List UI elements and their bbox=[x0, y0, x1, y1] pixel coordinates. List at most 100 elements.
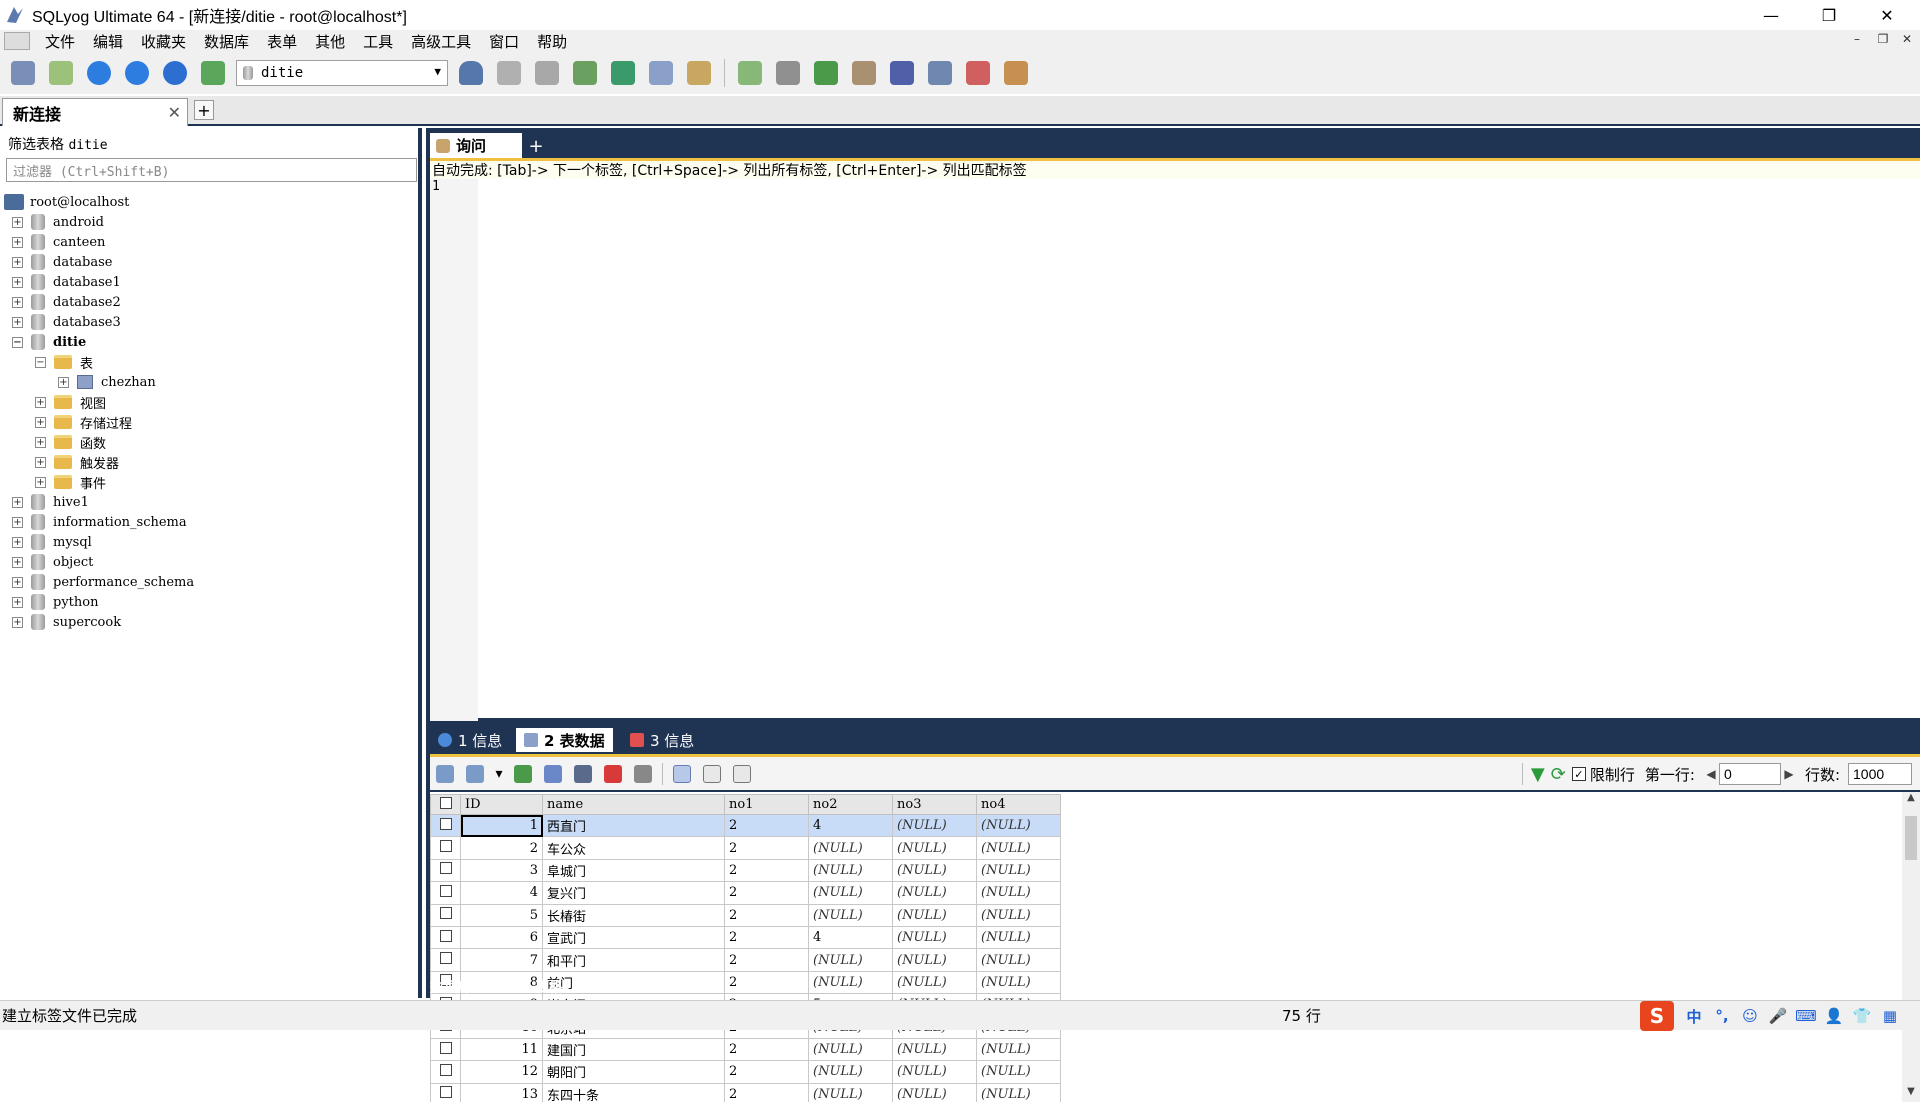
export-button[interactable] bbox=[433, 762, 457, 786]
tree-folder-procedures[interactable]: + 存储过程 bbox=[4, 412, 418, 432]
table-cell[interactable]: (NULL) bbox=[892, 1082, 977, 1102]
row-checkbox[interactable] bbox=[430, 836, 461, 860]
ime-emoji-icon[interactable]: ☺ bbox=[1739, 1005, 1761, 1027]
table-cell[interactable]: 7 bbox=[460, 948, 543, 972]
expand-icon[interactable]: + bbox=[35, 416, 46, 428]
column-header[interactable]: no4 bbox=[976, 794, 1061, 815]
close-tab-icon[interactable]: ✕ bbox=[168, 103, 181, 122]
row-checkbox[interactable] bbox=[430, 925, 461, 950]
table-cell[interactable]: 西直门 bbox=[542, 813, 725, 838]
table-cell[interactable]: 4 bbox=[808, 813, 893, 838]
table-row[interactable]: 11 建国门 2 (NULL) (NULL) (NULL) bbox=[430, 1037, 1061, 1062]
query-tab[interactable]: 询问 bbox=[430, 133, 522, 158]
menu-table[interactable]: 表单 bbox=[258, 31, 306, 52]
table-cell[interactable]: 阜城门 bbox=[542, 858, 725, 883]
expand-icon[interactable]: + bbox=[12, 316, 23, 328]
table-cell[interactable]: (NULL) bbox=[808, 948, 893, 972]
table-cell[interactable]: 2 bbox=[724, 858, 809, 883]
expand-icon[interactable]: + bbox=[35, 476, 46, 488]
table-cell[interactable]: (NULL) bbox=[808, 858, 893, 883]
table-cell[interactable]: 长椿街 bbox=[542, 903, 725, 927]
expand-icon[interactable]: + bbox=[12, 516, 23, 528]
expand-icon[interactable]: + bbox=[12, 276, 23, 288]
table-row[interactable]: 1 西直门 2 4 (NULL) (NULL) bbox=[430, 813, 1061, 838]
tree-db-ditie[interactable]: − ditie bbox=[4, 332, 418, 352]
tree-folder-tables[interactable]: − 表 bbox=[4, 352, 418, 372]
tree-table-chezhan[interactable]: + chezhan bbox=[4, 372, 418, 392]
menu-tools[interactable]: 工具 bbox=[354, 31, 402, 52]
expand-icon[interactable]: + bbox=[12, 216, 23, 228]
import-button[interactable] bbox=[570, 58, 600, 88]
add-query-tab-button[interactable]: + bbox=[526, 136, 546, 157]
expand-icon[interactable]: + bbox=[58, 376, 69, 388]
row-checkbox[interactable] bbox=[430, 948, 461, 972]
expand-icon[interactable]: + bbox=[12, 596, 23, 608]
table-designer-button[interactable] bbox=[646, 58, 676, 88]
table-cell[interactable]: (NULL) bbox=[892, 948, 977, 972]
table-cell[interactable]: (NULL) bbox=[976, 1060, 1061, 1084]
ime-chinese-mode-icon[interactable]: 中 bbox=[1683, 1005, 1705, 1027]
tree-db-database[interactable]: + database bbox=[4, 252, 418, 272]
import-button[interactable] bbox=[463, 762, 487, 786]
expand-icon[interactable]: + bbox=[35, 436, 46, 448]
menu-edit[interactable]: 编辑 bbox=[84, 31, 132, 52]
table-cell[interactable]: (NULL) bbox=[976, 881, 1061, 905]
table-cell[interactable]: 5 bbox=[460, 903, 543, 927]
expand-icon[interactable]: + bbox=[12, 236, 23, 248]
table-cell[interactable]: (NULL) bbox=[892, 1037, 977, 1062]
limit-rows-checkbox[interactable]: ✓ bbox=[1571, 767, 1586, 781]
scroll-up-icon[interactable]: ▲ bbox=[1902, 792, 1920, 808]
mdi-restore-button[interactable]: ❐ bbox=[1872, 32, 1894, 46]
table-cell[interactable]: 2 bbox=[724, 925, 809, 950]
minimize-button[interactable]: — bbox=[1748, 0, 1794, 30]
collapse-icon[interactable]: − bbox=[12, 336, 23, 348]
insert-row-button[interactable] bbox=[511, 762, 535, 786]
table-cell[interactable]: 2 bbox=[724, 1082, 809, 1102]
create-db-button[interactable] bbox=[494, 58, 524, 88]
table-cell[interactable]: 车公众 bbox=[542, 836, 725, 860]
tree-host[interactable]: root@localhost bbox=[4, 192, 418, 212]
row-checkbox[interactable] bbox=[430, 1082, 461, 1102]
table-cell[interactable]: (NULL) bbox=[808, 1037, 893, 1062]
mdi-doc-icon[interactable] bbox=[4, 32, 30, 50]
new-connection-button[interactable] bbox=[8, 58, 38, 88]
table-row[interactable]: 2 车公众 2 (NULL) (NULL) (NULL) bbox=[430, 836, 1061, 860]
menu-database[interactable]: 数据库 bbox=[195, 31, 258, 52]
tree-folder-triggers[interactable]: + 触发器 bbox=[4, 452, 418, 472]
delete-row-button[interactable] bbox=[601, 762, 625, 786]
table-row[interactable]: 4 复兴门 2 (NULL) (NULL) (NULL) bbox=[430, 881, 1061, 905]
table-cell[interactable]: 2 bbox=[724, 881, 809, 905]
mdi-minimize-button[interactable]: – bbox=[1846, 32, 1868, 46]
schema-sync-button[interactable] bbox=[608, 58, 638, 88]
database-selector[interactable]: ditie ▼ bbox=[236, 60, 448, 86]
select-all-checkbox[interactable] bbox=[430, 794, 461, 815]
scroll-thumb[interactable] bbox=[1905, 816, 1917, 860]
expand-icon[interactable]: + bbox=[12, 536, 23, 548]
row-checkbox[interactable] bbox=[430, 1037, 461, 1062]
menu-window[interactable]: 窗口 bbox=[480, 31, 528, 52]
column-header[interactable]: no1 bbox=[724, 794, 809, 815]
table-cell[interactable]: (NULL) bbox=[976, 1082, 1061, 1102]
table-cell[interactable]: 2 bbox=[724, 1060, 809, 1084]
close-button[interactable]: ✕ bbox=[1864, 0, 1910, 30]
column-header[interactable]: no3 bbox=[892, 794, 977, 815]
table-cell[interactable]: 11 bbox=[460, 1037, 543, 1062]
tree-db-performance-schema[interactable]: + performance_schema bbox=[4, 572, 418, 592]
ime-toolbox-icon[interactable]: ▦ bbox=[1879, 1005, 1901, 1027]
stop-button[interactable] bbox=[160, 58, 190, 88]
table-cell[interactable]: 4 bbox=[808, 925, 893, 950]
refresh-icon[interactable]: ⟳ bbox=[1551, 764, 1566, 785]
table-cell[interactable]: (NULL) bbox=[976, 858, 1061, 883]
schema-designer-button[interactable] bbox=[1001, 58, 1031, 88]
refresh-button[interactable] bbox=[46, 58, 76, 88]
table-cell[interactable]: 1 bbox=[460, 813, 543, 838]
table-cell[interactable]: (NULL) bbox=[808, 1082, 893, 1102]
tree-db-database2[interactable]: + database2 bbox=[4, 292, 418, 312]
table-cell[interactable]: 2 bbox=[724, 948, 809, 972]
expand-icon[interactable]: + bbox=[12, 616, 23, 628]
table-cell[interactable]: 复兴门 bbox=[542, 881, 725, 905]
tab-table-data[interactable]: 2 表数据 bbox=[516, 728, 613, 752]
table-cell[interactable]: 宣武门 bbox=[542, 925, 725, 950]
expand-icon[interactable]: + bbox=[12, 496, 23, 508]
tab-messages-1[interactable]: 1 信息 bbox=[430, 728, 510, 752]
